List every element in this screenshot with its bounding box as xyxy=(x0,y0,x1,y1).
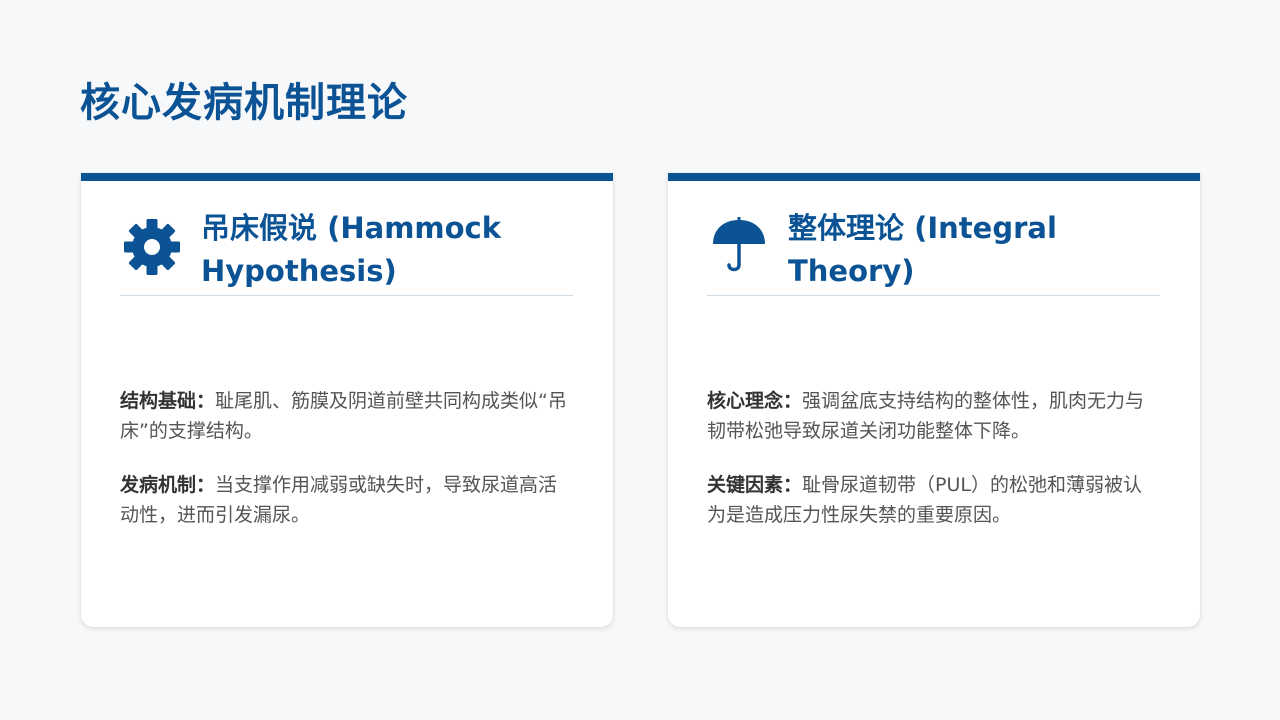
paragraph-label: 结构基础： xyxy=(120,390,216,412)
card-title: 整体理论 (Integral Theory) xyxy=(788,211,1057,288)
card-integral-theory: 整体理论 (Integral Theory) 核心理念：强调盆底支持结构的整体性… xyxy=(668,173,1200,627)
paragraph-label: 关键因素： xyxy=(707,474,803,496)
card-body: 结构基础：耻尾肌、筋膜及阴道前壁共同构成类似“吊床”的支撑结构。 发病机制：当支… xyxy=(120,386,573,554)
paragraph-key-factor: 关键因素：耻骨尿道韧带（PUL）的松弛和薄弱被认为是造成压力性尿失禁的重要原因。 xyxy=(707,470,1160,530)
gear-icon xyxy=(120,215,184,279)
paragraph-label: 发病机制： xyxy=(120,474,216,496)
card-title: 吊床假说 (Hammock Hypothesis) xyxy=(201,211,502,288)
page-title: 核心发病机制理论 xyxy=(80,80,408,126)
card-hammock-hypothesis: 吊床假说 (Hammock Hypothesis) 结构基础：耻尾肌、筋膜及阴道… xyxy=(81,173,613,627)
paragraph-label: 核心理念： xyxy=(707,390,803,412)
paragraph-core-concept: 核心理念：强调盆底支持结构的整体性，肌肉无力与韧带松弛导致尿道关闭功能整体下降。 xyxy=(707,386,1160,446)
paragraph-pathogenesis: 发病机制：当支撑作用减弱或缺失时，导致尿道高活动性，进而引发漏尿。 xyxy=(120,470,573,530)
card-header: 吊床假说 (Hammock Hypothesis) xyxy=(120,207,573,296)
card-header: 整体理论 (Integral Theory) xyxy=(707,207,1160,296)
paragraph-structural-basis: 结构基础：耻尾肌、筋膜及阴道前壁共同构成类似“吊床”的支撑结构。 xyxy=(120,386,573,446)
card-body: 核心理念：强调盆底支持结构的整体性，肌肉无力与韧带松弛导致尿道关闭功能整体下降。… xyxy=(707,386,1160,554)
umbrella-icon xyxy=(707,215,771,279)
